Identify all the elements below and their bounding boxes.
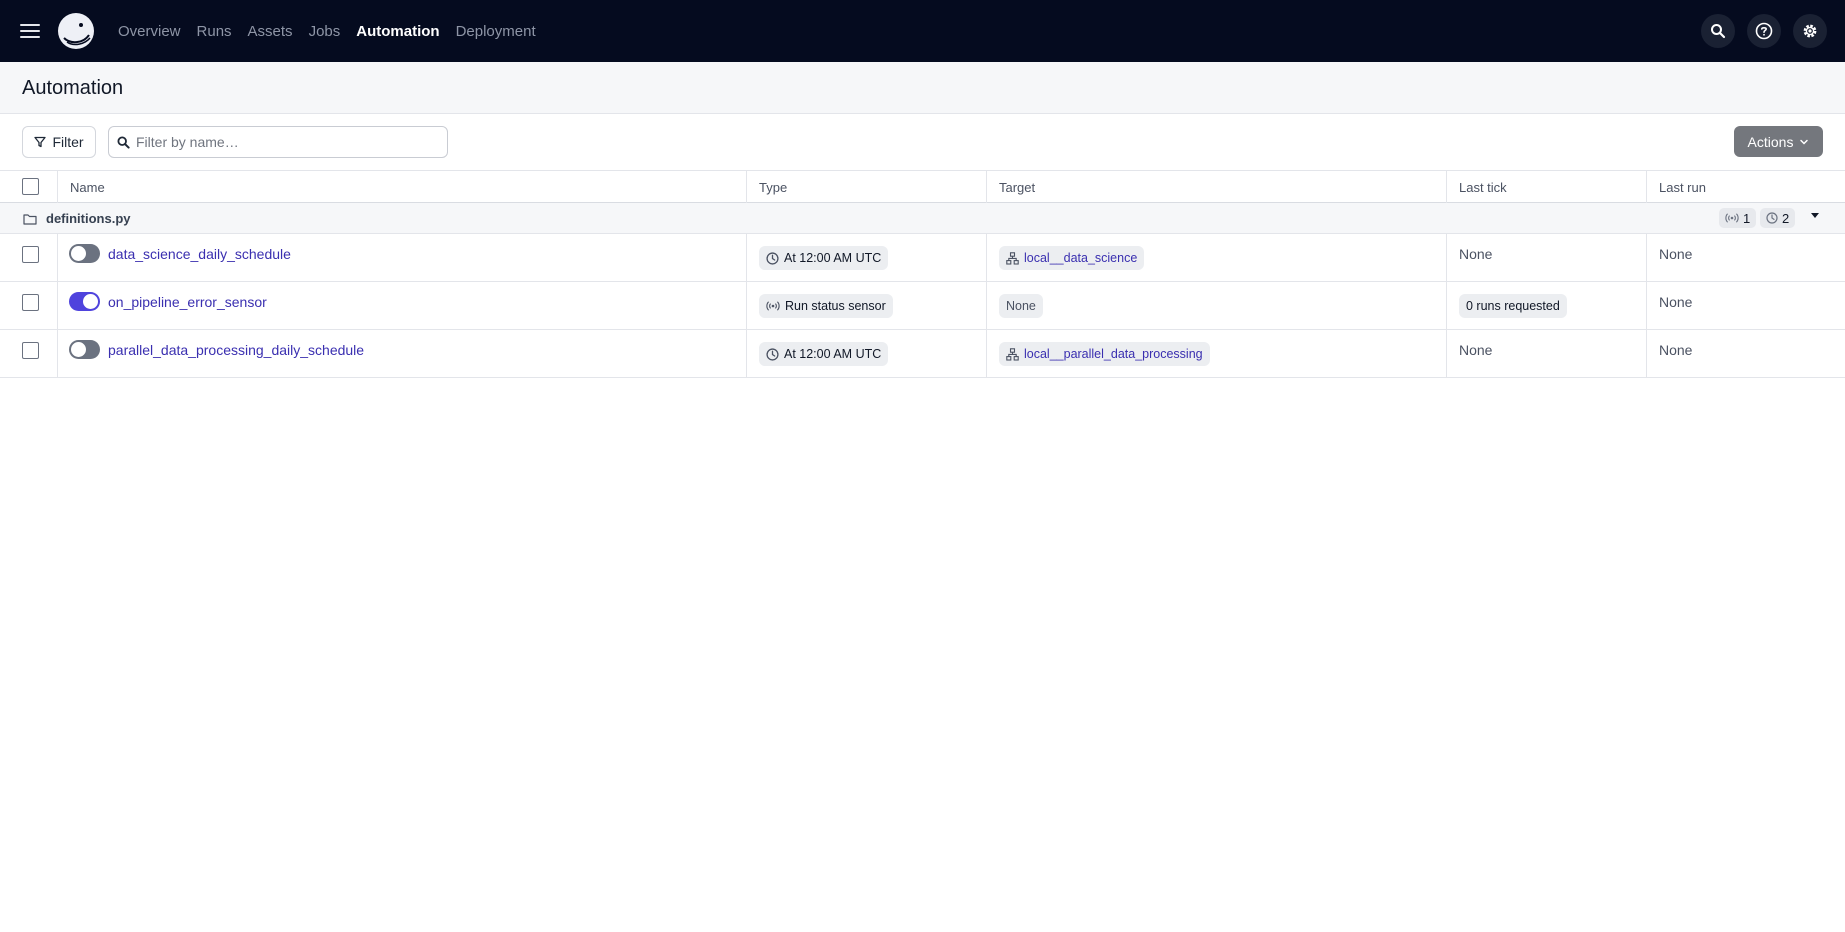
table-header: Name Type Target Last tick Last run xyxy=(0,170,1845,203)
top-nav-actions xyxy=(1701,14,1827,48)
column-divider xyxy=(986,234,987,378)
column-header-type[interactable]: Type xyxy=(759,171,787,203)
column-divider xyxy=(1646,170,1647,203)
last-run-value: None xyxy=(1659,246,1693,262)
column-header-target[interactable]: Target xyxy=(999,171,1035,203)
sensor-icon xyxy=(766,301,780,311)
column-divider xyxy=(1646,234,1647,378)
type-label: At 12:00 AM UTC xyxy=(784,251,882,265)
last-run-value: None xyxy=(1659,342,1693,358)
last-tick-value: None xyxy=(1459,342,1493,358)
filter-icon xyxy=(34,136,47,148)
table-row: data_science_daily_schedule At 12:00 AM … xyxy=(0,234,1845,282)
schedule-toggle[interactable] xyxy=(69,340,100,359)
main-nav: Overview Runs Assets Jobs Automation Dep… xyxy=(118,0,536,62)
last-run-value: None xyxy=(1659,294,1693,310)
menu-icon[interactable] xyxy=(20,19,44,43)
help-icon[interactable] xyxy=(1747,14,1781,48)
actions-button-label: Actions xyxy=(1747,133,1794,150)
search-icon xyxy=(117,135,130,149)
nav-runs[interactable]: Runs xyxy=(197,23,232,40)
nav-automation[interactable]: Automation xyxy=(356,23,439,40)
select-all-checkbox[interactable] xyxy=(22,178,39,195)
type-tag: At 12:00 AM UTC xyxy=(759,246,889,270)
page-title: Automation xyxy=(22,77,124,99)
actions-button[interactable]: Actions xyxy=(1734,126,1823,157)
last-tick-tag[interactable]: 0 runs requested xyxy=(1459,294,1567,318)
target-label: local__data_science xyxy=(1024,251,1138,265)
column-header-last-tick[interactable]: Last tick xyxy=(1459,171,1507,203)
search-input[interactable] xyxy=(136,134,436,150)
code-location-group[interactable]: definitions.py 1 2 xyxy=(0,203,1845,234)
type-tag: Run status sensor xyxy=(759,294,893,318)
type-tag: At 12:00 AM UTC xyxy=(759,342,889,366)
target-label: local__parallel_data_processing xyxy=(1024,347,1203,361)
column-header-name[interactable]: Name xyxy=(70,171,105,203)
target-tag[interactable]: local__parallel_data_processing xyxy=(999,342,1210,366)
column-divider xyxy=(746,170,747,203)
schedule-count: 2 xyxy=(1782,210,1790,226)
last-tick-value: 0 runs requested xyxy=(1466,299,1560,313)
table-row: parallel_data_processing_daily_schedule … xyxy=(0,330,1845,378)
clock-icon xyxy=(766,347,779,361)
sensor-icon xyxy=(1725,213,1739,223)
row-checkbox[interactable] xyxy=(22,246,39,263)
target-tag: None xyxy=(999,294,1043,318)
group-name: definitions.py xyxy=(46,211,131,226)
column-divider xyxy=(57,170,58,203)
row-checkbox[interactable] xyxy=(22,342,39,359)
top-nav-bar: Overview Runs Assets Jobs Automation Dep… xyxy=(0,0,1845,62)
sensor-toggle[interactable] xyxy=(69,292,100,311)
column-header-last-run[interactable]: Last run xyxy=(1659,171,1706,203)
nav-assets[interactable]: Assets xyxy=(248,23,293,40)
folder-icon xyxy=(23,214,37,225)
search-field[interactable] xyxy=(108,126,448,158)
target-tag[interactable]: local__data_science xyxy=(999,246,1145,270)
chevron-down-icon xyxy=(1800,139,1809,145)
page-header: Automation xyxy=(0,62,1845,114)
caret-down-icon[interactable] xyxy=(1811,213,1819,218)
schedule-count-badge: 2 xyxy=(1760,208,1796,228)
automation-name-link[interactable]: parallel_data_processing_daily_schedule xyxy=(108,342,364,358)
filter-button[interactable]: Filter xyxy=(22,126,96,158)
column-divider xyxy=(57,234,58,378)
last-tick-value: None xyxy=(1459,246,1493,262)
automation-name-link[interactable]: data_science_daily_schedule xyxy=(108,246,291,262)
dagster-logo[interactable] xyxy=(56,11,96,51)
nav-jobs[interactable]: Jobs xyxy=(309,23,341,40)
search-icon[interactable] xyxy=(1701,14,1735,48)
column-divider xyxy=(1446,170,1447,203)
sensor-count-badge: 1 xyxy=(1719,208,1757,228)
gear-icon[interactable] xyxy=(1793,14,1827,48)
type-label: At 12:00 AM UTC xyxy=(784,347,882,361)
job-icon xyxy=(1006,347,1019,361)
clock-icon xyxy=(766,251,779,265)
column-divider xyxy=(986,170,987,203)
target-label: None xyxy=(1006,299,1036,313)
filter-button-label: Filter xyxy=(52,134,84,150)
type-label: Run status sensor xyxy=(785,299,886,313)
column-divider xyxy=(746,234,747,378)
schedule-toggle[interactable] xyxy=(69,244,100,263)
sensor-count: 1 xyxy=(1743,210,1751,226)
automation-name-link[interactable]: on_pipeline_error_sensor xyxy=(108,294,267,310)
job-icon xyxy=(1006,251,1019,265)
clock-icon xyxy=(1766,212,1778,224)
column-divider xyxy=(1446,234,1447,378)
table-row: on_pipeline_error_sensor Run status sens… xyxy=(0,282,1845,330)
row-checkbox[interactable] xyxy=(22,294,39,311)
nav-deployment[interactable]: Deployment xyxy=(456,23,536,40)
nav-overview[interactable]: Overview xyxy=(118,23,181,40)
